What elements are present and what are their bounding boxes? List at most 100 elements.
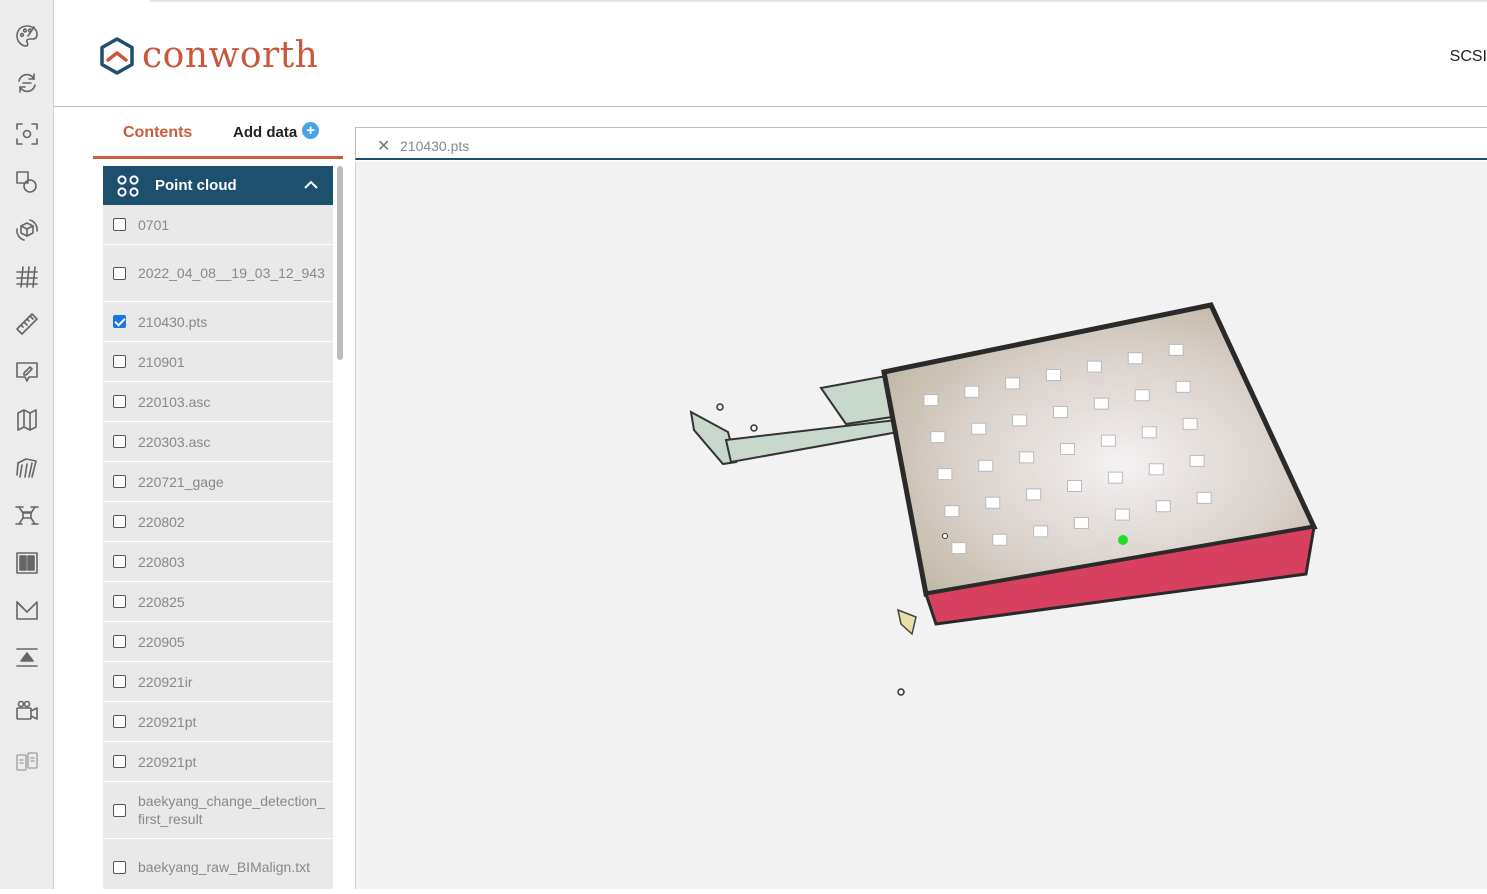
video-camera-icon[interactable] [13, 697, 41, 725]
cube-rotate-icon[interactable] [13, 216, 41, 244]
light-panel [1074, 517, 1089, 529]
tab-add-data[interactable]: Add data + [233, 122, 320, 141]
item-checkbox[interactable] [113, 475, 126, 488]
light-panel [937, 468, 953, 481]
item-checkbox[interactable] [113, 435, 126, 448]
item-checkbox[interactable] [113, 395, 126, 408]
point-cloud-scene[interactable] [356, 162, 1487, 889]
point-cloud-item[interactable]: 220103.asc [103, 382, 333, 422]
light-panel [1114, 508, 1130, 521]
section-icon[interactable] [13, 596, 41, 624]
light-panel [1182, 417, 1198, 430]
small-fragment [896, 608, 917, 636]
grid-3d-icon[interactable] [13, 263, 41, 291]
sidebar-tabs: Contents Add data + [93, 114, 343, 159]
position-marker[interactable] [1118, 535, 1128, 545]
item-label: baekyang_raw_BIMalign.txt [138, 859, 310, 875]
item-checkbox[interactable] [113, 315, 126, 328]
light-panel [923, 394, 939, 407]
light-panel [1168, 343, 1184, 356]
point-cloud-item[interactable]: 210901 [103, 342, 333, 382]
top-border-line [150, 0, 1487, 2]
focus-icon[interactable] [13, 120, 41, 148]
item-checkbox[interactable] [113, 803, 126, 817]
point-cloud-panel: Point cloud 0701 2022_04_08__19_03_12_943… [103, 166, 333, 889]
point-cloud-item[interactable]: baekyang_raw_BIMalign.txt [103, 839, 333, 889]
item-checkbox[interactable] [113, 635, 126, 648]
point-cloud-item[interactable]: 0701 [103, 205, 333, 245]
point-cloud-viewer[interactable] [355, 162, 1487, 889]
corridor-structure [689, 374, 900, 466]
layers-icon[interactable] [13, 454, 41, 482]
point-cloud-item[interactable]: 220303.asc [103, 422, 333, 462]
item-label: 220921ir [138, 673, 193, 690]
item-checkbox[interactable] [113, 860, 126, 874]
point-cloud-item[interactable]: 220905 [103, 622, 333, 662]
stray-point [897, 688, 905, 696]
tab-contents[interactable]: Contents [123, 124, 192, 142]
light-panel [1067, 480, 1082, 492]
upload-icon[interactable] [13, 644, 41, 672]
close-tab-icon[interactable]: ✕ [377, 136, 390, 156]
annotate-icon[interactable] [13, 358, 41, 386]
item-checkbox[interactable] [113, 355, 126, 368]
point-cloud-item[interactable]: 220802 [103, 502, 333, 542]
compare-icon[interactable] [13, 748, 41, 776]
light-panel [1100, 434, 1116, 447]
map-icon[interactable] [13, 406, 41, 434]
plus-circle-icon: + [302, 122, 320, 139]
shapes-icon[interactable] [13, 168, 41, 196]
item-checkbox[interactable] [113, 715, 126, 728]
sync-icon[interactable] [13, 69, 41, 97]
light-panel [1141, 426, 1157, 439]
point-cloud-item[interactable]: 220921pt [103, 742, 333, 782]
light-panel [1019, 451, 1035, 464]
point-cloud-item[interactable]: 220921ir [103, 662, 333, 702]
point-cloud-item[interactable]: 220803 [103, 542, 333, 582]
item-checkbox[interactable] [113, 266, 126, 280]
point-cloud-item[interactable]: 220721_gage [103, 462, 333, 502]
logo[interactable]: conworth [98, 36, 318, 76]
drone-icon[interactable] [13, 501, 41, 529]
point-cloud-item[interactable]: baekyang_change_detection_first_result [103, 782, 333, 839]
light-panel [964, 385, 980, 398]
chevron-up-icon[interactable] [303, 177, 319, 193]
point-cloud-item[interactable]: 210430.pts [103, 302, 333, 342]
sidebar-scrollbar[interactable] [337, 166, 343, 360]
item-checkbox[interactable] [113, 555, 126, 568]
viewer-tab[interactable]: ✕ 210430.pts [355, 127, 1487, 160]
light-panel [1033, 525, 1049, 538]
logo-icon [100, 37, 134, 75]
point-cloud-header[interactable]: Point cloud [103, 166, 333, 205]
item-checkbox[interactable] [113, 755, 126, 768]
item-label: baekyang_change_detection_first_result [138, 793, 325, 827]
point-cloud-item[interactable]: 2022_04_08__19_03_12_943 [103, 245, 333, 302]
tab-add-data-label: Add data [233, 124, 298, 141]
light-panel [1012, 414, 1028, 427]
item-checkbox[interactable] [113, 515, 126, 528]
item-checkbox[interactable] [113, 218, 126, 231]
item-label: 220905 [138, 633, 185, 650]
palette-icon[interactable] [13, 22, 41, 50]
light-panel [971, 422, 987, 435]
left-toolbar [0, 0, 54, 889]
light-panel [1107, 471, 1123, 484]
item-checkbox[interactable] [113, 595, 126, 608]
point-cloud-item[interactable]: 220825 [103, 582, 333, 622]
logo-text: conworth [142, 35, 319, 76]
ruler-icon[interactable] [13, 310, 41, 338]
light-panel [951, 542, 967, 555]
point-cloud-list: 0701 2022_04_08__19_03_12_943 210430.pts 21… [103, 205, 333, 889]
point-cloud-item[interactable]: 220921pt [103, 702, 333, 742]
point-cloud-icon [117, 174, 139, 197]
item-label: 210430.pts [138, 313, 208, 330]
light-panel [1175, 380, 1191, 393]
light-panel [930, 431, 946, 444]
split-view-icon[interactable] [13, 549, 41, 577]
item-checkbox[interactable] [113, 675, 126, 688]
light-panel [1053, 406, 1068, 418]
light-panel [1093, 397, 1109, 410]
user-label[interactable]: SCSI [1450, 48, 1487, 66]
light-panel [1046, 369, 1061, 381]
stray-point [942, 533, 948, 539]
